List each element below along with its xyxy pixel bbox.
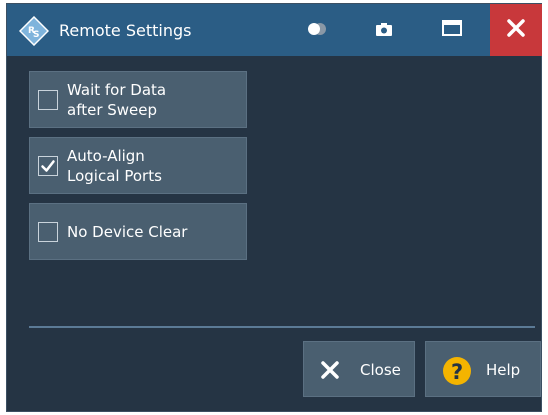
rohde-schwarz-logo-icon: R S [18, 15, 50, 47]
option-label: Wait for Data after Sweep [67, 81, 167, 119]
option-no-device-clear[interactable]: No Device Clear [29, 203, 247, 260]
no-device-clear-checkbox[interactable] [38, 222, 58, 242]
window-title: Remote Settings [59, 21, 192, 40]
maximize-icon [442, 20, 462, 40]
camera-icon [376, 21, 392, 40]
window-close-button[interactable] [490, 4, 542, 56]
remote-settings-dialog: R S Remote Settings Wait for Data after … [6, 3, 542, 412]
check-icon [41, 160, 55, 172]
wait-for-data-checkbox[interactable] [38, 90, 58, 110]
close-x-icon [320, 360, 340, 384]
svg-text:S: S [33, 30, 39, 40]
help-label: Help [486, 361, 521, 379]
divider [29, 326, 535, 328]
close-label: Close [360, 361, 401, 379]
auto-align-checkbox[interactable] [38, 156, 58, 176]
option-auto-align[interactable]: Auto-Align Logical Ports [29, 137, 247, 194]
help-icon: ? [442, 356, 472, 390]
close-button[interactable]: Close [303, 341, 415, 397]
svg-text:?: ? [451, 360, 463, 384]
title-bar[interactable]: R S Remote Settings [7, 4, 542, 56]
screenshot-button[interactable] [359, 4, 409, 56]
toggle-icon [307, 21, 327, 40]
option-label: No Device Clear [67, 223, 188, 241]
help-button[interactable]: ? Help [425, 341, 541, 397]
close-icon [507, 19, 525, 41]
toggle-button[interactable] [292, 4, 342, 56]
option-label: Auto-Align Logical Ports [67, 147, 162, 185]
option-wait-for-data[interactable]: Wait for Data after Sweep [29, 71, 247, 128]
maximize-button[interactable] [427, 4, 477, 56]
